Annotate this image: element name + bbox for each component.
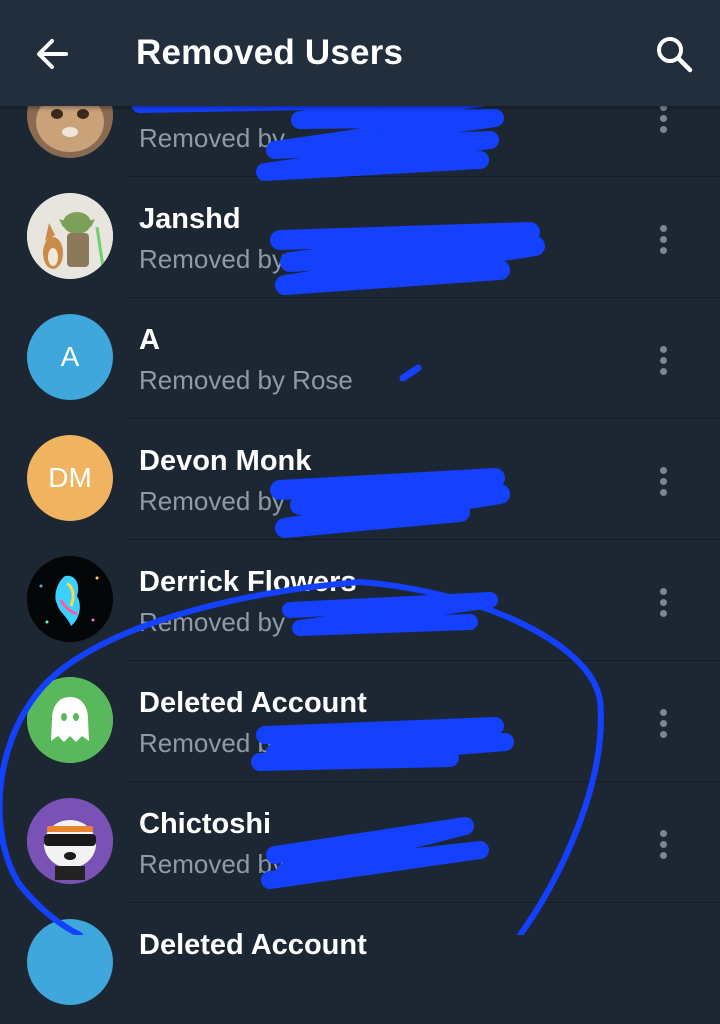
avatar-initials: A (60, 341, 80, 372)
avatar: A (27, 314, 113, 400)
user-name: A (139, 324, 160, 356)
removed-by-text: Removed by (139, 244, 285, 274)
removed-users-list: Removed by Janshd Removed by A A Removed… (0, 0, 720, 1005)
ghost-icon (27, 677, 113, 763)
avatar (27, 677, 113, 763)
avatar-initials: DM (48, 462, 92, 493)
avatar (27, 919, 113, 1005)
removed-by-text: Removed by (139, 123, 285, 153)
app-bar: Removed Users (0, 0, 720, 106)
removed-by-text: Removed by Rose (139, 365, 353, 395)
user-name: Chictoshi (139, 808, 272, 840)
user-name: Deleted Account (139, 929, 367, 961)
arrow-left-icon[interactable] (30, 34, 76, 74)
avatar (27, 798, 113, 884)
list-item[interactable]: Deleted Account Removed by (0, 661, 720, 782)
removed-by-text: Removed by (139, 849, 285, 879)
user-name: Derrick Flowers (139, 566, 357, 598)
more-options-icon[interactable] (652, 826, 674, 870)
removed-by-text: Removed by (139, 607, 285, 637)
user-name: Devon Monk (139, 445, 312, 477)
more-options-icon[interactable] (652, 463, 674, 507)
list-item[interactable]: Janshd Removed by (0, 177, 720, 298)
removed-by-text: Removed by (139, 728, 285, 758)
list-item[interactable]: Derrick Flowers Removed by (0, 540, 720, 661)
more-options-icon[interactable] (652, 705, 674, 749)
list-item[interactable]: DM Devon Monk Removed by (0, 419, 720, 540)
list-item[interactable]: A A Removed by Rose (0, 298, 720, 419)
avatar (27, 193, 113, 279)
search-icon[interactable] (652, 32, 696, 76)
page-title: Removed Users (136, 33, 404, 72)
more-options-icon[interactable] (652, 100, 674, 144)
more-options-icon[interactable] (652, 342, 674, 386)
user-name: Deleted Account (139, 687, 367, 719)
avatar: DM (27, 435, 113, 521)
list-item[interactable]: Chictoshi Removed by (0, 782, 720, 903)
avatar (27, 556, 113, 642)
user-name: Janshd (139, 203, 241, 235)
list-item[interactable]: Deleted Account (0, 903, 720, 1024)
more-options-icon[interactable] (652, 584, 674, 628)
more-options-icon[interactable] (652, 221, 674, 265)
removed-by-text: Removed by (139, 486, 285, 516)
